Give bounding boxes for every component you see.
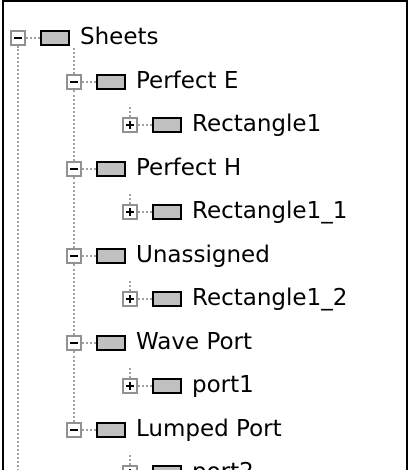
tree-item-label: Lumped Port [136, 415, 282, 442]
expand-toggle-icon[interactable] [122, 465, 138, 470]
tree-level1-connector-line [73, 48, 75, 74]
minus-bar [70, 428, 78, 431]
tree-frame-right-border [406, 0, 408, 470]
collapse-toggle-icon[interactable] [66, 160, 82, 177]
rectangle-icon [96, 421, 126, 438]
rectangle-icon [152, 117, 182, 133]
tree-item-label: Sheets [80, 24, 159, 50]
tree-connector-line [138, 124, 152, 126]
tree-item-label: Unassigned [136, 241, 270, 268]
plus-bar [129, 208, 131, 216]
collapse-toggle-icon[interactable] [66, 334, 82, 351]
minus-bar [14, 37, 22, 39]
rectangle-icon [152, 465, 182, 470]
rectangle-icon [96, 160, 126, 177]
tree-item-label: Rectangle1_1 [192, 198, 348, 224]
collapse-toggle-icon[interactable] [10, 30, 26, 46]
tree-connector-line [138, 385, 152, 387]
rectangle-icon [40, 30, 70, 46]
rectangle-icon [96, 73, 126, 90]
rectangle-icon [152, 291, 182, 307]
tree-item-label: Rectangle1_2 [192, 285, 348, 311]
plus-bar [129, 121, 131, 129]
rectangle-icon [152, 204, 182, 220]
tree-connector-stub [129, 107, 131, 117]
tree-item-label: port1 [192, 372, 254, 398]
tree-connector-line [82, 80, 96, 83]
tree-item-label: Rectangle1 [192, 111, 322, 137]
tree-item-label: Wave Port [136, 328, 253, 355]
tree-level1-connector-line [73, 263, 75, 335]
tree-item-label: Perfect H [136, 154, 242, 181]
expand-toggle-icon[interactable] [122, 378, 138, 394]
tree-connector-line [82, 428, 96, 431]
tree-level1-connector-line [73, 350, 75, 422]
tree-frame-top-border [2, 0, 408, 2]
tree-level1-connector-line [73, 89, 75, 161]
expand-toggle-icon[interactable] [122, 117, 138, 133]
minus-bar [70, 254, 78, 257]
tree-connector-line [138, 211, 152, 213]
tree-connector-stub [129, 194, 131, 204]
expand-toggle-icon[interactable] [122, 291, 138, 307]
minus-bar [70, 167, 78, 170]
collapse-toggle-icon[interactable] [66, 73, 82, 90]
tree-view: Sheets Perfect E Rectangle1 Perfect H Rectan… [0, 0, 412, 470]
tree-level1-connector-line [73, 176, 75, 248]
tree-connector-line [82, 254, 96, 257]
collapse-toggle-icon[interactable] [66, 421, 82, 438]
plus-bar [129, 295, 131, 303]
tree-connector-stub [129, 455, 131, 465]
expand-toggle-icon[interactable] [122, 204, 138, 220]
tree-connector-stub [129, 281, 131, 291]
rectangle-icon [152, 378, 182, 394]
tree-connector-line [82, 341, 96, 344]
plus-bar [129, 382, 131, 390]
tree-connector-line [138, 298, 152, 300]
rectangle-icon [96, 247, 126, 264]
tree-item-label: Perfect E [136, 67, 239, 94]
rectangle-icon [96, 334, 126, 351]
tree-connector-line [82, 167, 96, 170]
collapse-toggle-icon[interactable] [66, 247, 82, 264]
tree-item-label: port2 [192, 458, 254, 470]
tree-connector-stub [129, 368, 131, 378]
tree-connector-line [26, 37, 40, 39]
minus-bar [70, 80, 78, 83]
minus-bar [70, 341, 78, 344]
